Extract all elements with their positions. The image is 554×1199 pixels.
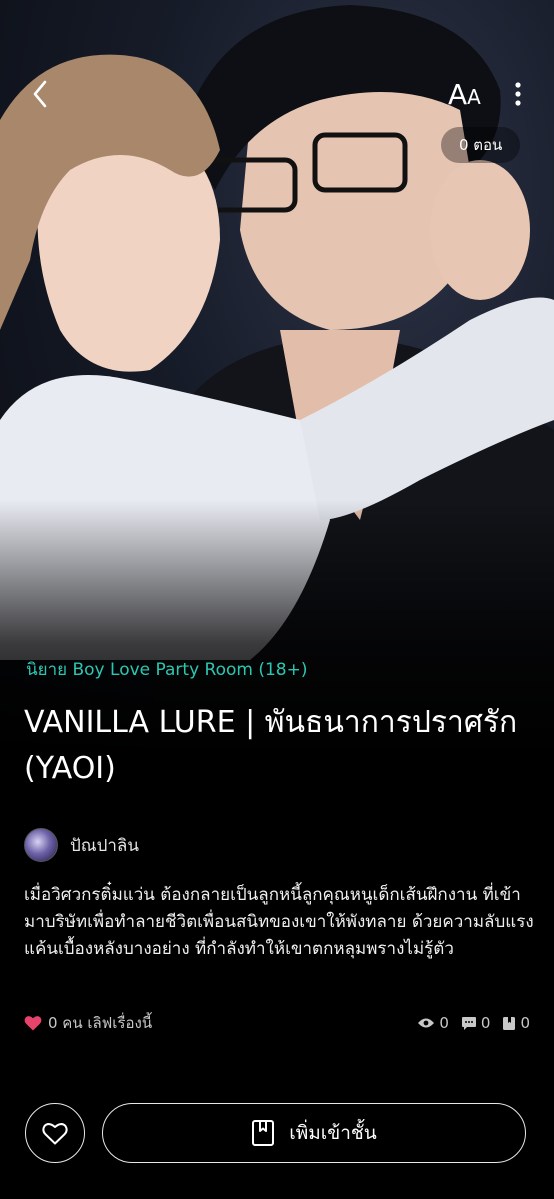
comments-count: 0 <box>480 1014 491 1032</box>
heart-icon <box>24 1016 42 1031</box>
novel-category[interactable]: นิยาย Boy Love Party Room (18+) <box>26 656 308 683</box>
stats-counts: 0 0 0 <box>417 1014 530 1032</box>
likes-text: 0 คน เลิฟเรื่องนี้ <box>48 1014 153 1032</box>
author-name: ปัณปาลิน <box>70 835 139 856</box>
add-to-shelf-label: เพิ่มเข้าชั้น <box>289 1122 377 1144</box>
more-options-button[interactable] <box>506 78 530 110</box>
likes-stat: 0 คน เลิฟเรื่องนี้ <box>24 1011 152 1035</box>
episodes-count-badge: 0 ตอน <box>441 127 521 163</box>
author-avatar <box>24 828 58 862</box>
bookmarks-stat: 0 <box>502 1014 530 1032</box>
views-count: 0 <box>439 1014 449 1032</box>
more-vertical-icon <box>515 82 521 106</box>
views-stat: 0 <box>417 1014 449 1032</box>
add-to-shelf-button[interactable]: เพิ่มเข้าชั้น <box>102 1103 526 1163</box>
eye-icon <box>418 1018 435 1028</box>
novel-synopsis: เมื่อวิศวกรติ๋มแว่น ต้องกลายเป็นลูกหนี้ล… <box>24 885 534 959</box>
cover-image <box>0 0 554 760</box>
comment-icon <box>461 1016 476 1030</box>
stats-row: 0 คน เลิฟเรื่องนี้ 0 0 0 <box>24 1012 530 1034</box>
font-size-button[interactable]: A A <box>448 78 490 111</box>
font-size-icon-large: A <box>448 78 468 111</box>
bookmark-icon <box>503 1016 516 1030</box>
font-size-icon-small: A <box>467 85 481 109</box>
back-chevron-icon <box>33 80 47 108</box>
favorite-button[interactable] <box>25 1103 85 1163</box>
heart-outline-icon <box>42 1122 68 1144</box>
book-icon <box>252 1120 275 1146</box>
novel-title: VANILLA LURE | พันธนาการปราศรัก (YAOI) <box>24 705 518 786</box>
episodes-count: 0 ตอน <box>459 136 503 154</box>
back-button[interactable] <box>22 76 58 112</box>
author-row[interactable]: ปัณปาลิน <box>24 828 139 862</box>
comments-stat: 0 <box>461 1014 491 1032</box>
bookmarks-count: 0 <box>520 1014 530 1032</box>
